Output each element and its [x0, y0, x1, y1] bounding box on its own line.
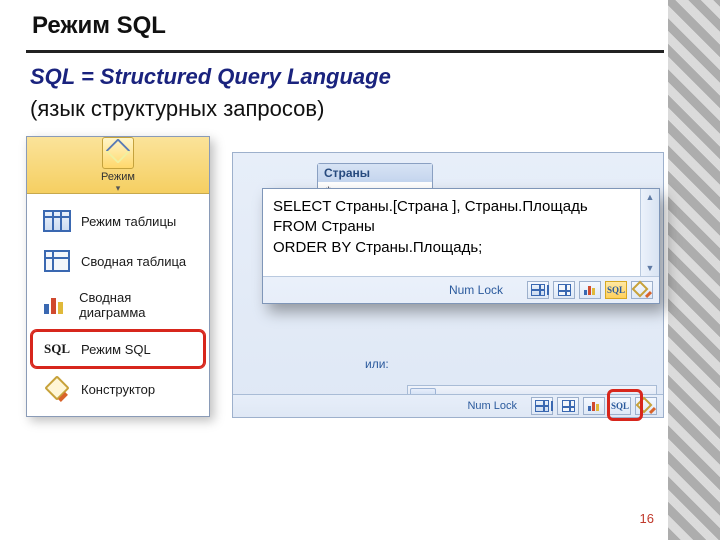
- view-datasheet-mini-icon[interactable]: [531, 397, 553, 415]
- view-chart-mini-icon[interactable]: [583, 397, 605, 415]
- scroll-up-icon[interactable]: ▲: [644, 191, 656, 203]
- menu-item-label: Сводная диаграмма: [79, 290, 193, 320]
- view-mode-button[interactable]: Режим ▾: [27, 137, 209, 194]
- slide-title: Режим SQL: [32, 12, 166, 40]
- vertical-scrollbar[interactable]: ▲ ▼: [640, 189, 659, 276]
- view-sql-mini-icon[interactable]: SQL: [605, 281, 627, 299]
- menu-item-label: Режим SQL: [81, 342, 151, 357]
- menu-item-label: Сводная таблица: [81, 254, 186, 269]
- criteria-or-label: или:: [365, 357, 389, 371]
- menu-item-datasheet[interactable]: Режим таблицы: [31, 202, 205, 240]
- menu-item-design[interactable]: Конструктор: [31, 370, 205, 408]
- title-rule: [26, 50, 664, 53]
- highlight-ring: [607, 389, 643, 421]
- view-mode-menu: Режим ▾ Режим таблицы Сводная таблица Св…: [26, 136, 210, 417]
- menu-item-label: Конструктор: [81, 382, 155, 397]
- table-header: Страны: [318, 164, 432, 182]
- view-datasheet-mini-icon[interactable]: [527, 281, 549, 299]
- pivot-table-icon: [43, 250, 71, 272]
- numlock-indicator: Num Lock: [449, 283, 503, 297]
- view-pivot-mini-icon[interactable]: [557, 397, 579, 415]
- menu-item-sql-view[interactable]: SQL Режим SQL: [31, 330, 205, 368]
- menu-item-pivot-chart[interactable]: Сводная диаграмма: [31, 282, 205, 328]
- numlock-indicator: Num Lock: [467, 400, 517, 412]
- page-number: 16: [640, 511, 654, 526]
- sql-definition-ru: (язык структурных запросов): [30, 96, 324, 122]
- popup-status-bar: Num Lock SQL: [263, 277, 659, 303]
- decorative-corner: [668, 0, 720, 540]
- sql-mode-icon: SQL: [43, 338, 71, 360]
- view-pivot-mini-icon[interactable]: [553, 281, 575, 299]
- chevron-down-icon: ▾: [92, 183, 144, 194]
- scroll-down-icon[interactable]: ▼: [644, 262, 656, 274]
- sql-query-text[interactable]: SELECT Страны.[Страна ], Страны.Площадь …: [263, 189, 640, 276]
- view-mode-icon: [102, 137, 134, 169]
- menu-item-pivot-table[interactable]: Сводная таблица: [31, 242, 205, 280]
- view-chart-mini-icon[interactable]: [579, 281, 601, 299]
- pivot-chart-icon: [43, 294, 69, 316]
- status-bar: Num Lock SQL: [233, 394, 663, 417]
- sql-editor-popup: SELECT Страны.[Страна ], Страны.Площадь …: [262, 188, 660, 304]
- menu-item-label: Режим таблицы: [81, 214, 176, 229]
- datasheet-icon: [43, 210, 71, 232]
- design-icon: [43, 378, 71, 400]
- sql-definition-en: SQL = Structured Query Language: [30, 64, 391, 90]
- view-mode-label: Режим: [92, 171, 144, 183]
- view-design-mini-icon[interactable]: [631, 281, 653, 299]
